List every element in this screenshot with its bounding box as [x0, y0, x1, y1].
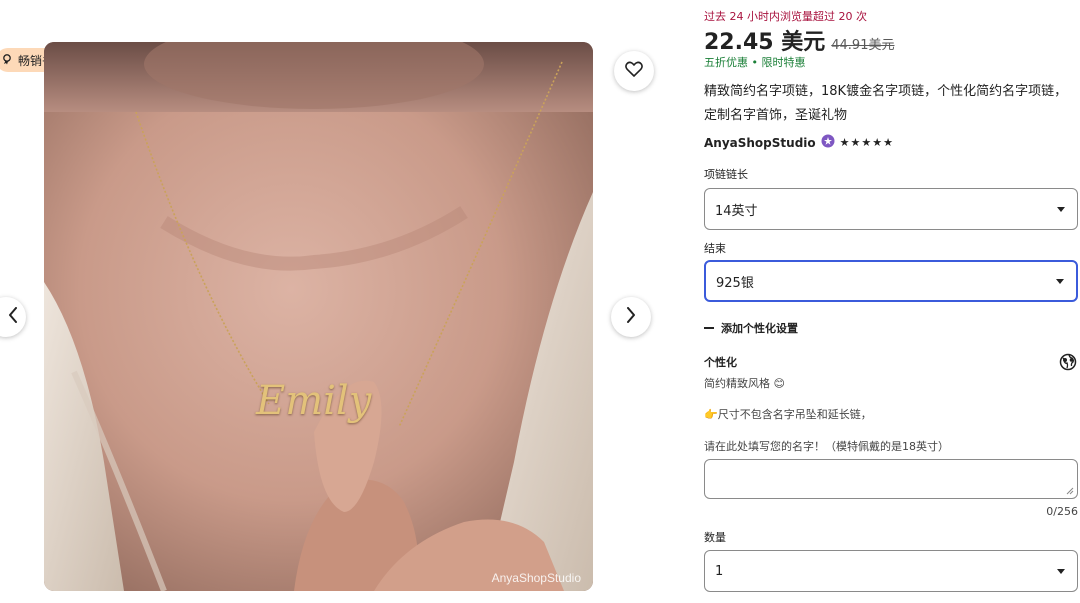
finish-value: 925银: [716, 275, 754, 291]
personalization-textarea[interactable]: [704, 459, 1078, 499]
chevron-right-icon: [626, 307, 636, 327]
previous-image-button[interactable]: [0, 297, 26, 337]
quantity-label: 数量: [704, 531, 726, 544]
heart-icon: [625, 61, 643, 81]
caret-down-icon: [1057, 568, 1065, 574]
style-note: 简约精致风格 😊: [704, 377, 785, 390]
original-price: 44.91美元: [831, 38, 895, 53]
caret-down-icon: [1056, 278, 1064, 284]
personalization-instruction: 请在此处填写您的名字！（模特佩戴的是18英寸）: [704, 440, 949, 453]
rating-stars: ★★★★★: [839, 136, 894, 149]
product-image[interactable]: Emily AnyaShopStudio: [44, 42, 593, 591]
chevron-left-icon: [8, 307, 18, 327]
watermark: AnyaShopStudio: [491, 571, 581, 585]
length-select[interactable]: 14英寸: [704, 188, 1078, 230]
engraving-text: Emily: [256, 378, 372, 424]
quantity-value: 1: [715, 563, 724, 579]
product-title: 精致简约名字项链，18K镀金名字项链，个性化简约名字项链，定制名字首饰，圣诞礼物: [704, 84, 1068, 123]
next-image-button[interactable]: [611, 297, 651, 337]
bestseller-icon: [2, 53, 14, 68]
character-counter: 0/256: [1046, 505, 1078, 518]
translate-globe-icon[interactable]: [1059, 353, 1077, 375]
size-note: 👉尺寸不包含名字吊坠和延长链，: [704, 408, 872, 421]
finish-label: 结束: [704, 242, 726, 255]
resize-handle-icon[interactable]: [1066, 487, 1074, 495]
sale-note: 五折优惠 • 限时特惠: [704, 56, 806, 69]
current-price: 22.45 美元: [704, 30, 826, 55]
length-label: 项链链长: [704, 168, 748, 181]
add-personalization-label: 添加个性化设置: [721, 322, 798, 335]
quantity-select[interactable]: 1: [704, 550, 1078, 592]
price-row: 22.45 美元 44.91美元: [704, 24, 894, 56]
shop-name[interactable]: AnyaShopStudio: [704, 136, 816, 150]
views-note: 过去 24 小时内浏览量超过 20 次: [704, 10, 867, 23]
caret-down-icon: [1057, 206, 1065, 212]
star-seller-icon: [821, 134, 835, 151]
length-value: 14英寸: [715, 203, 758, 219]
personalization-label: 个性化: [704, 356, 737, 369]
favorite-button[interactable]: [614, 51, 654, 91]
minus-icon: [704, 327, 714, 329]
finish-select[interactable]: 925银: [704, 260, 1078, 302]
shop-row: AnyaShopStudio ★★★★★: [704, 134, 894, 151]
add-personalization-toggle[interactable]: 添加个性化设置: [704, 320, 798, 336]
